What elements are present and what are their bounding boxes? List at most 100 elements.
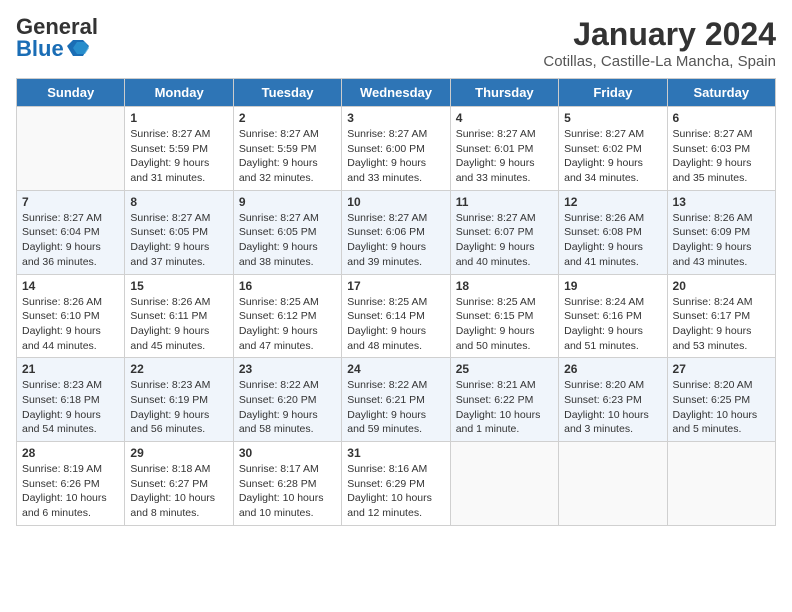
sunrise-text: Sunrise: 8:21 AM [456, 379, 536, 391]
day-info: Sunrise: 8:25 AM Sunset: 6:12 PM Dayligh… [239, 295, 336, 354]
daylight-text: Daylight: 10 hours and 1 minute. [456, 409, 541, 436]
day-cell: 31 Sunrise: 8:16 AM Sunset: 6:29 PM Dayl… [342, 442, 450, 526]
sunset-text: Sunset: 6:26 PM [22, 478, 100, 490]
daylight-text: Daylight: 10 hours and 5 minutes. [673, 409, 758, 436]
day-info: Sunrise: 8:27 AM Sunset: 6:00 PM Dayligh… [347, 127, 444, 186]
sunrise-text: Sunrise: 8:22 AM [239, 379, 319, 391]
sunset-text: Sunset: 6:03 PM [673, 143, 751, 155]
week-row-5: 28 Sunrise: 8:19 AM Sunset: 6:26 PM Dayl… [17, 442, 776, 526]
logo: General Blue [16, 16, 98, 60]
day-number: 6 [673, 111, 770, 125]
sunrise-text: Sunrise: 8:27 AM [130, 128, 210, 140]
day-info: Sunrise: 8:21 AM Sunset: 6:22 PM Dayligh… [456, 378, 553, 437]
sunrise-text: Sunrise: 8:23 AM [22, 379, 102, 391]
sunrise-text: Sunrise: 8:20 AM [673, 379, 753, 391]
day-cell: 16 Sunrise: 8:25 AM Sunset: 6:12 PM Dayl… [233, 274, 341, 358]
sunset-text: Sunset: 6:00 PM [347, 143, 425, 155]
calendar-table: SundayMondayTuesdayWednesdayThursdayFrid… [16, 78, 776, 526]
sunrise-text: Sunrise: 8:24 AM [673, 296, 753, 308]
day-cell [17, 107, 125, 191]
weekday-header-tuesday: Tuesday [233, 79, 341, 107]
day-number: 10 [347, 195, 444, 209]
sunset-text: Sunset: 6:01 PM [456, 143, 534, 155]
day-number: 20 [673, 279, 770, 293]
day-cell: 17 Sunrise: 8:25 AM Sunset: 6:14 PM Dayl… [342, 274, 450, 358]
sunset-text: Sunset: 6:14 PM [347, 310, 425, 322]
day-cell [450, 442, 558, 526]
day-number: 28 [22, 446, 119, 460]
weekday-header-row: SundayMondayTuesdayWednesdayThursdayFrid… [17, 79, 776, 107]
sunset-text: Sunset: 6:27 PM [130, 478, 208, 490]
day-number: 11 [456, 195, 553, 209]
day-info: Sunrise: 8:16 AM Sunset: 6:29 PM Dayligh… [347, 462, 444, 521]
day-number: 9 [239, 195, 336, 209]
day-number: 13 [673, 195, 770, 209]
logo-icon [67, 38, 89, 60]
day-number: 24 [347, 362, 444, 376]
daylight-text: Daylight: 10 hours and 10 minutes. [239, 492, 324, 519]
day-info: Sunrise: 8:17 AM Sunset: 6:28 PM Dayligh… [239, 462, 336, 521]
day-cell: 11 Sunrise: 8:27 AM Sunset: 6:07 PM Dayl… [450, 190, 558, 274]
daylight-text: Daylight: 9 hours and 37 minutes. [130, 241, 209, 268]
day-number: 7 [22, 195, 119, 209]
week-row-2: 7 Sunrise: 8:27 AM Sunset: 6:04 PM Dayli… [17, 190, 776, 274]
weekday-header-wednesday: Wednesday [342, 79, 450, 107]
day-cell: 14 Sunrise: 8:26 AM Sunset: 6:10 PM Dayl… [17, 274, 125, 358]
day-info: Sunrise: 8:27 AM Sunset: 6:04 PM Dayligh… [22, 211, 119, 270]
daylight-text: Daylight: 9 hours and 36 minutes. [22, 241, 101, 268]
day-cell: 25 Sunrise: 8:21 AM Sunset: 6:22 PM Dayl… [450, 358, 558, 442]
day-info: Sunrise: 8:26 AM Sunset: 6:08 PM Dayligh… [564, 211, 661, 270]
day-cell: 28 Sunrise: 8:19 AM Sunset: 6:26 PM Dayl… [17, 442, 125, 526]
logo-blue-text: Blue [16, 38, 64, 60]
sunset-text: Sunset: 5:59 PM [239, 143, 317, 155]
sunset-text: Sunset: 6:05 PM [239, 226, 317, 238]
day-info: Sunrise: 8:26 AM Sunset: 6:11 PM Dayligh… [130, 295, 227, 354]
day-info: Sunrise: 8:27 AM Sunset: 6:03 PM Dayligh… [673, 127, 770, 186]
day-number: 30 [239, 446, 336, 460]
day-info: Sunrise: 8:26 AM Sunset: 6:09 PM Dayligh… [673, 211, 770, 270]
day-info: Sunrise: 8:27 AM Sunset: 5:59 PM Dayligh… [130, 127, 227, 186]
day-cell: 1 Sunrise: 8:27 AM Sunset: 5:59 PM Dayli… [125, 107, 233, 191]
sunrise-text: Sunrise: 8:26 AM [130, 296, 210, 308]
week-row-4: 21 Sunrise: 8:23 AM Sunset: 6:18 PM Dayl… [17, 358, 776, 442]
day-cell: 29 Sunrise: 8:18 AM Sunset: 6:27 PM Dayl… [125, 442, 233, 526]
day-info: Sunrise: 8:23 AM Sunset: 6:19 PM Dayligh… [130, 378, 227, 437]
daylight-text: Daylight: 10 hours and 8 minutes. [130, 492, 215, 519]
sunset-text: Sunset: 6:06 PM [347, 226, 425, 238]
daylight-text: Daylight: 9 hours and 33 minutes. [456, 157, 535, 184]
day-info: Sunrise: 8:22 AM Sunset: 6:20 PM Dayligh… [239, 378, 336, 437]
weekday-header-thursday: Thursday [450, 79, 558, 107]
day-info: Sunrise: 8:18 AM Sunset: 6:27 PM Dayligh… [130, 462, 227, 521]
day-info: Sunrise: 8:27 AM Sunset: 6:02 PM Dayligh… [564, 127, 661, 186]
day-cell: 4 Sunrise: 8:27 AM Sunset: 6:01 PM Dayli… [450, 107, 558, 191]
sunset-text: Sunset: 6:28 PM [239, 478, 317, 490]
day-info: Sunrise: 8:25 AM Sunset: 6:15 PM Dayligh… [456, 295, 553, 354]
day-number: 12 [564, 195, 661, 209]
day-info: Sunrise: 8:23 AM Sunset: 6:18 PM Dayligh… [22, 378, 119, 437]
sunset-text: Sunset: 6:04 PM [22, 226, 100, 238]
day-cell [667, 442, 775, 526]
day-info: Sunrise: 8:24 AM Sunset: 6:16 PM Dayligh… [564, 295, 661, 354]
daylight-text: Daylight: 9 hours and 44 minutes. [22, 325, 101, 352]
day-cell: 2 Sunrise: 8:27 AM Sunset: 5:59 PM Dayli… [233, 107, 341, 191]
day-info: Sunrise: 8:27 AM Sunset: 5:59 PM Dayligh… [239, 127, 336, 186]
sunrise-text: Sunrise: 8:23 AM [130, 379, 210, 391]
day-info: Sunrise: 8:27 AM Sunset: 6:07 PM Dayligh… [456, 211, 553, 270]
daylight-text: Daylight: 9 hours and 56 minutes. [130, 409, 209, 436]
day-info: Sunrise: 8:24 AM Sunset: 6:17 PM Dayligh… [673, 295, 770, 354]
day-number: 5 [564, 111, 661, 125]
day-cell: 8 Sunrise: 8:27 AM Sunset: 6:05 PM Dayli… [125, 190, 233, 274]
day-number: 21 [22, 362, 119, 376]
sunset-text: Sunset: 6:25 PM [673, 394, 751, 406]
daylight-text: Daylight: 10 hours and 12 minutes. [347, 492, 432, 519]
daylight-text: Daylight: 9 hours and 45 minutes. [130, 325, 209, 352]
sunrise-text: Sunrise: 8:27 AM [456, 212, 536, 224]
sunrise-text: Sunrise: 8:22 AM [347, 379, 427, 391]
day-number: 22 [130, 362, 227, 376]
day-number: 16 [239, 279, 336, 293]
logo-general-text: General [16, 16, 98, 38]
day-cell: 21 Sunrise: 8:23 AM Sunset: 6:18 PM Dayl… [17, 358, 125, 442]
day-number: 18 [456, 279, 553, 293]
day-cell: 19 Sunrise: 8:24 AM Sunset: 6:16 PM Dayl… [559, 274, 667, 358]
day-number: 19 [564, 279, 661, 293]
